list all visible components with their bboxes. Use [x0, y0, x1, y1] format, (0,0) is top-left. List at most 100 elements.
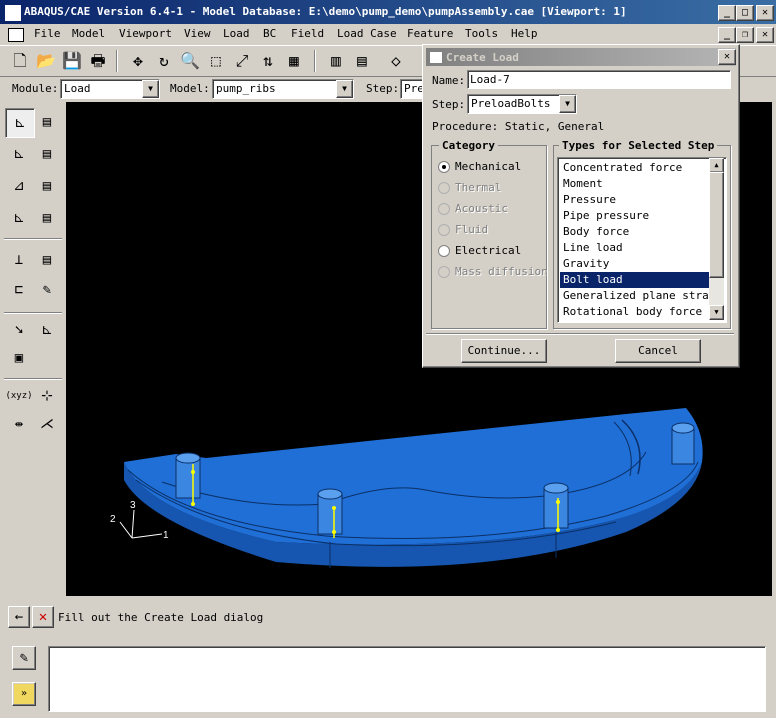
- create-connector-icon[interactable]: ⊏: [5, 276, 33, 304]
- menu-load[interactable]: Load: [223, 27, 250, 40]
- message-area: ✎ »: [0, 638, 776, 718]
- list-item[interactable]: Gravity: [560, 256, 711, 272]
- create-constraint-icon[interactable]: ⊥: [5, 246, 33, 274]
- create-load-case-icon[interactable]: ⊾: [5, 204, 33, 232]
- list-item[interactable]: Pressure: [560, 192, 711, 208]
- menu-field[interactable]: Field: [291, 27, 324, 40]
- constraint-manager-icon[interactable]: ▤: [33, 246, 61, 274]
- menu-viewport[interactable]: Viewport: [119, 27, 172, 40]
- dialog-close-button[interactable]: ✕: [718, 49, 736, 65]
- field-manager-icon[interactable]: ▤: [33, 172, 61, 200]
- toolbox-separator: [4, 312, 62, 314]
- partition-icon[interactable]: ⊾: [33, 316, 61, 344]
- set-manager-icon[interactable]: ▣: [5, 344, 33, 372]
- menu-bc[interactable]: BC: [263, 27, 276, 40]
- create-bc-icon[interactable]: ⊾: [5, 140, 33, 168]
- close-button[interactable]: ✕: [756, 5, 774, 21]
- menu-load-case[interactable]: Load Case: [337, 27, 397, 40]
- open-folder-icon[interactable]: 📂: [34, 49, 58, 73]
- cancel-procedure-icon[interactable]: ✕: [32, 606, 54, 628]
- list-item[interactable]: Pipe pressure: [560, 208, 711, 224]
- chevron-down-icon[interactable]: ▼: [142, 80, 159, 98]
- list-item[interactable]: Rotational body force: [560, 304, 711, 320]
- types-list[interactable]: Concentrated force Moment Pressure Pipe …: [557, 157, 727, 323]
- cycle-views-icon[interactable]: ⇅: [256, 49, 280, 73]
- rotate-icon[interactable]: ↻: [152, 49, 176, 73]
- magnify-icon[interactable]: 🔍: [178, 49, 202, 73]
- box-zoom-icon[interactable]: ⬚: [204, 49, 228, 73]
- app-icon[interactable]: [4, 4, 22, 22]
- menu-feature[interactable]: Feature: [407, 27, 453, 40]
- table-icon[interactable]: ▤: [350, 49, 374, 73]
- radio-acoustic[interactable]: [438, 203, 450, 215]
- radio-mass-diffusion[interactable]: [438, 266, 450, 278]
- save-icon[interactable]: 💾: [60, 49, 84, 73]
- window-title: ABAQUS/CAE Version 6.4-1 - Model Databas…: [24, 5, 627, 18]
- window-titlebar[interactable]: ABAQUS/CAE Version 6.4-1 - Model Databas…: [0, 0, 776, 24]
- create-datum-point-icon[interactable]: (xyz): [5, 382, 33, 410]
- chevron-down-icon[interactable]: ▼: [336, 80, 353, 98]
- list-item[interactable]: Moment: [560, 176, 711, 192]
- name-field[interactable]: Load-7: [467, 70, 731, 89]
- radio-fluid[interactable]: [438, 224, 450, 236]
- model-select[interactable]: pump_ribs ▼: [212, 79, 354, 99]
- new-file-icon[interactable]: 🗋: [8, 49, 32, 73]
- maximize-button[interactable]: □: [736, 5, 754, 21]
- category-mechanical-label[interactable]: Mechanical: [455, 160, 521, 173]
- load-manager-icon[interactable]: ▤: [33, 108, 61, 136]
- cancel-button[interactable]: Cancel: [615, 339, 701, 363]
- auto-fit-icon[interactable]: ⤢: [230, 49, 254, 73]
- list-item-selected[interactable]: Bolt load: [560, 272, 711, 288]
- step-label: Step:: [432, 98, 466, 111]
- minimize-button[interactable]: _: [718, 5, 736, 21]
- create-field-icon[interactable]: ⊿: [5, 172, 33, 200]
- query-pick-icon[interactable]: ➘: [5, 316, 33, 344]
- list-item[interactable]: Body force: [560, 224, 711, 240]
- load-case-manager-icon[interactable]: ▤: [33, 204, 61, 232]
- list-item[interactable]: Generalized plane strain: [560, 288, 722, 304]
- step-select[interactable]: PreloadBolts ▼: [467, 94, 577, 114]
- render-style-icon[interactable]: ◇: [384, 49, 408, 73]
- mdi-restore-button[interactable]: ❐: [736, 27, 754, 43]
- datum-csys-icon[interactable]: ⋌: [33, 410, 61, 438]
- mdi-minimize-button[interactable]: _: [718, 27, 736, 43]
- bc-manager-icon[interactable]: ▤: [33, 140, 61, 168]
- list-item[interactable]: Concentrated force: [560, 160, 711, 176]
- back-arrow-icon[interactable]: ←: [8, 606, 30, 628]
- datum-plane-icon[interactable]: ⇹: [5, 410, 33, 438]
- document-icon[interactable]: [8, 28, 24, 42]
- menu-file[interactable]: File: [34, 27, 61, 40]
- menu-view[interactable]: View: [184, 27, 211, 40]
- menu-help[interactable]: Help: [511, 27, 538, 40]
- list-scrollbar[interactable]: ▲ ▼: [709, 158, 724, 320]
- message-log-icon[interactable]: ✎: [12, 646, 36, 670]
- radio-electrical[interactable]: [438, 245, 450, 257]
- scroll-down-icon[interactable]: ▼: [709, 305, 724, 320]
- scroll-up-icon[interactable]: ▲: [709, 158, 724, 173]
- message-box[interactable]: [48, 646, 766, 712]
- prompt-text: Fill out the Create Load dialog: [58, 611, 264, 624]
- continue-button[interactable]: Continue...: [461, 339, 547, 363]
- create-load-icon[interactable]: ⊾: [5, 108, 35, 138]
- scrollbar-thumb[interactable]: [709, 172, 724, 278]
- menu-model[interactable]: Model: [72, 27, 105, 40]
- category-electrical-label[interactable]: Electrical: [455, 244, 521, 257]
- datum-axis-icon[interactable]: ⊹: [33, 382, 61, 410]
- dialog-titlebar[interactable]: Create Load ✕: [426, 48, 736, 66]
- radio-thermal[interactable]: [438, 182, 450, 194]
- dialog-icon: [429, 51, 443, 64]
- command-line-icon[interactable]: »: [12, 682, 36, 706]
- toolbar-separator: [314, 50, 316, 72]
- name-value: Load-7: [470, 73, 510, 86]
- pan-icon[interactable]: ✥: [126, 49, 150, 73]
- grid-view-icon[interactable]: ▦: [282, 49, 306, 73]
- query-icon[interactable]: ▥: [324, 49, 348, 73]
- chevron-down-icon[interactable]: ▼: [559, 95, 576, 113]
- menu-tools[interactable]: Tools: [465, 27, 498, 40]
- module-select[interactable]: Load ▼: [60, 79, 160, 99]
- edit-icon[interactable]: ✎: [33, 276, 61, 304]
- list-item[interactable]: Line load: [560, 240, 711, 256]
- radio-mechanical[interactable]: [438, 161, 450, 173]
- print-icon[interactable]: 🖶: [86, 49, 110, 73]
- mdi-close-button[interactable]: ✕: [756, 27, 774, 43]
